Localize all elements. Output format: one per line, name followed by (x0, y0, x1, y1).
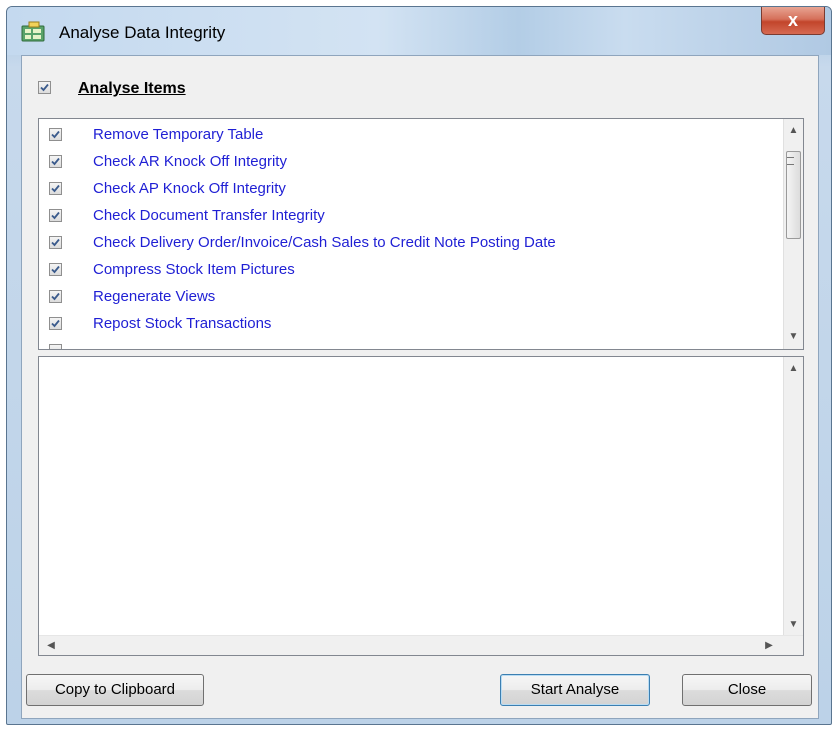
analyse-items-label: Analyse Items (78, 80, 186, 97)
scroll-up-icon[interactable]: ▲ (784, 359, 803, 379)
scroll-grip-icon (787, 157, 794, 165)
output-vertical-scrollbar[interactable]: ▲ ▼ (783, 357, 803, 637)
scroll-down-icon[interactable]: ▼ (784, 327, 803, 347)
item-label: Regenerate Views (93, 288, 216, 305)
title-bar[interactable]: Analyse Data Integrity x (7, 7, 831, 55)
item-checkbox[interactable] (49, 236, 62, 249)
window-title: Analyse Data Integrity (59, 23, 226, 42)
item-checkbox[interactable] (49, 209, 62, 222)
scroll-right-icon[interactable]: ▶ (759, 636, 779, 655)
dialog-window: Analyse Data Integrity x Analyse Items R… (6, 6, 832, 725)
scroll-down-icon[interactable]: ▼ (784, 615, 803, 635)
item-label: Check Document Transfer Integrity (93, 207, 325, 224)
item-label: Compress Stock Item Pictures (93, 261, 295, 278)
scroll-left-icon[interactable]: ◀ (41, 636, 61, 655)
items-vertical-scrollbar[interactable]: ▲ ▼ (783, 119, 803, 349)
checkmark-icon (51, 157, 60, 166)
copy-to-clipboard-button[interactable]: Copy to Clipboard (26, 674, 204, 706)
checkmark-icon (40, 83, 49, 92)
item-label: Check AR Knock Off Integrity (93, 153, 287, 170)
window-close-button[interactable]: x (761, 7, 825, 35)
item-checkbox[interactable] (49, 290, 62, 303)
item-checkbox[interactable] (49, 344, 62, 349)
start-analyse-button[interactable]: Start Analyse (500, 674, 650, 706)
dialog-client-area: Analyse Items Remove Temporary Table Che… (21, 55, 819, 719)
item-checkbox[interactable] (49, 263, 62, 276)
item-checkbox[interactable] (49, 128, 62, 141)
item-checkbox[interactable] (49, 317, 62, 330)
select-all-checkbox[interactable] (38, 81, 51, 94)
item-label: Check Delivery Order/Invoice/Cash Sales … (93, 234, 556, 251)
checkmark-icon (51, 265, 60, 274)
analyse-items-list[interactable]: Remove Temporary Table Check AR Knock Of… (38, 118, 804, 350)
item-checkbox[interactable] (49, 155, 62, 168)
scroll-up-icon[interactable]: ▲ (784, 121, 803, 141)
checkmark-icon (51, 130, 60, 139)
item-checkbox[interactable] (49, 182, 62, 195)
checkmark-icon (51, 319, 60, 328)
analysis-output-area[interactable]: ▲ ▼ ◀ ▶ (38, 356, 804, 656)
close-icon: x (787, 10, 798, 30)
database-check-icon (21, 21, 47, 43)
checkmark-icon (51, 292, 60, 301)
checkmark-icon (51, 211, 60, 220)
item-label: Check AP Knock Off Integrity (93, 180, 286, 197)
item-label: Repost Stock Transactions (93, 315, 272, 332)
close-button[interactable]: Close (682, 674, 812, 706)
output-horizontal-scrollbar[interactable]: ◀ ▶ (39, 635, 803, 655)
checkmark-icon (51, 238, 60, 247)
item-label: Remove Temporary Table (93, 126, 264, 143)
checkmark-icon (51, 184, 60, 193)
